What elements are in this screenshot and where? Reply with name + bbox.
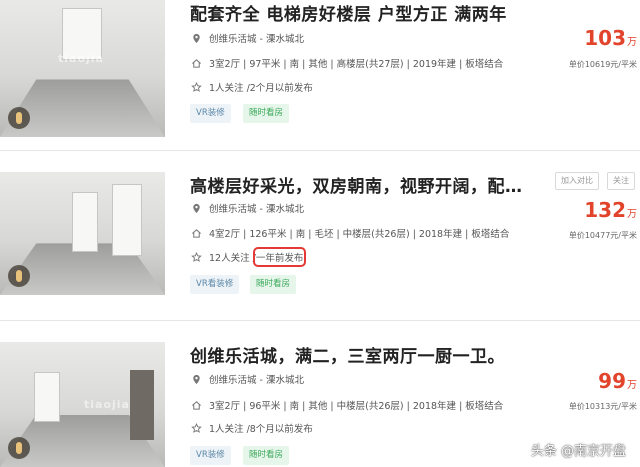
total-price: 132万 (584, 198, 637, 222)
photo-window (112, 184, 142, 256)
total-price: 103万 (584, 26, 637, 50)
publish-time-highlighted: 一年前发布 (252, 247, 307, 267)
house-details: 4室2厅 | 126平米 | 南 | 毛坯 | 中楼层(共26层) | 2018… (209, 229, 510, 240)
photo-window (34, 372, 60, 422)
location-pin-icon (190, 32, 202, 44)
photo-window (72, 192, 98, 252)
tag-visit-anytime[interactable]: 随时看房 (243, 104, 290, 123)
listing-photo[interactable]: tiaojia (0, 342, 165, 467)
price-value: 132 (584, 198, 626, 222)
price-value: 103 (584, 26, 626, 50)
follow-count: 12人关注 / (209, 253, 256, 264)
star-icon (190, 81, 202, 93)
house-icon (190, 399, 202, 411)
listing-community: 创维乐活城 - 溧水城北 (190, 31, 304, 45)
source-watermark: 头条 @南京开盘 (530, 444, 626, 459)
listing-divider (0, 150, 640, 151)
community-link[interactable]: 创维乐活城 - 溧水城北 (209, 201, 304, 215)
follow-count: 1人关注 / (209, 424, 250, 435)
star-icon (190, 251, 202, 263)
community-link[interactable]: 创维乐活城 - 溧水城北 (209, 31, 304, 45)
unit-price: 单价10619元/平米 (568, 60, 637, 69)
photo-doorway (130, 370, 154, 440)
price-unit: 万 (627, 37, 637, 48)
listing-title[interactable]: 创维乐活城，满二，三室两厅一厨一卫。 (190, 342, 505, 367)
listing-details: 3室2厅 | 97平米 | 南 | 其他 | 高楼层(共27层) | 2019年… (190, 56, 503, 70)
follow-button[interactable]: 关注 (607, 172, 635, 190)
house-icon (190, 227, 202, 239)
community-link[interactable]: 创维乐活城 - 溧水城北 (209, 372, 304, 386)
total-price: 99万 (598, 369, 637, 393)
tag-vr-decoration[interactable]: VR装修 (190, 446, 231, 465)
publish-time: 8个月以前发布 (249, 424, 313, 435)
publish-time: 2个月以前发布 (249, 83, 313, 94)
follow-count: 1人关注 / (209, 83, 250, 94)
house-details: 3室2厅 | 96平米 | 南 | 其他 | 中楼层(共26层) | 2018年… (209, 401, 504, 412)
star-icon (190, 422, 202, 434)
location-pin-icon (190, 373, 202, 385)
add-compare-button[interactable]: 加入对比 (555, 172, 599, 190)
photo-watermark: tiaojia (58, 52, 104, 65)
listing-divider (0, 320, 640, 321)
unit-price: 单价10313元/平米 (568, 402, 637, 411)
listing-meta: 1人关注 / 8个月以前发布 (190, 421, 313, 435)
tag-visit-anytime[interactable]: 随时看房 (250, 275, 297, 294)
vr-badge-icon[interactable] (8, 265, 30, 287)
tag-vr-decoration[interactable]: VR看装修 (190, 275, 240, 294)
listing-photo[interactable]: tiaojia (0, 0, 165, 137)
house-details: 3室2厅 | 97平米 | 南 | 其他 | 高楼层(共27层) | 2019年… (209, 59, 504, 70)
vr-badge-icon[interactable] (8, 107, 30, 129)
unit-price: 单价10477元/平米 (568, 231, 637, 240)
price-value: 99 (598, 369, 626, 393)
location-pin-icon (190, 202, 202, 214)
listing-meta: 1人关注 / 2个月以前发布 (190, 80, 313, 94)
price-unit: 万 (627, 380, 637, 391)
vr-badge-icon[interactable] (8, 437, 30, 459)
photo-watermark: tiaojia (84, 398, 130, 411)
listing-details: 4室2厅 | 126平米 | 南 | 毛坯 | 中楼层(共26层) | 2018… (190, 226, 509, 240)
listing-community: 创维乐活城 - 溧水城北 (190, 201, 304, 215)
listing-title[interactable]: 配套齐全 电梯房好楼层 户型方正 满两年 (190, 0, 507, 25)
listing-details: 3室2厅 | 96平米 | 南 | 其他 | 中楼层(共26层) | 2018年… (190, 398, 503, 412)
price-unit: 万 (627, 209, 637, 220)
tag-vr-decoration[interactable]: VR装修 (190, 104, 231, 123)
house-icon (190, 57, 202, 69)
listing-photo[interactable] (0, 172, 165, 295)
tag-visit-anytime[interactable]: 随时看房 (243, 446, 290, 465)
listing-title[interactable]: 高楼层好采光，双房朝南，视野开阔，配… (190, 172, 523, 197)
listing-meta: 12人关注 / 一年前发布 (190, 247, 307, 267)
listing-community: 创维乐活城 - 溧水城北 (190, 372, 304, 386)
